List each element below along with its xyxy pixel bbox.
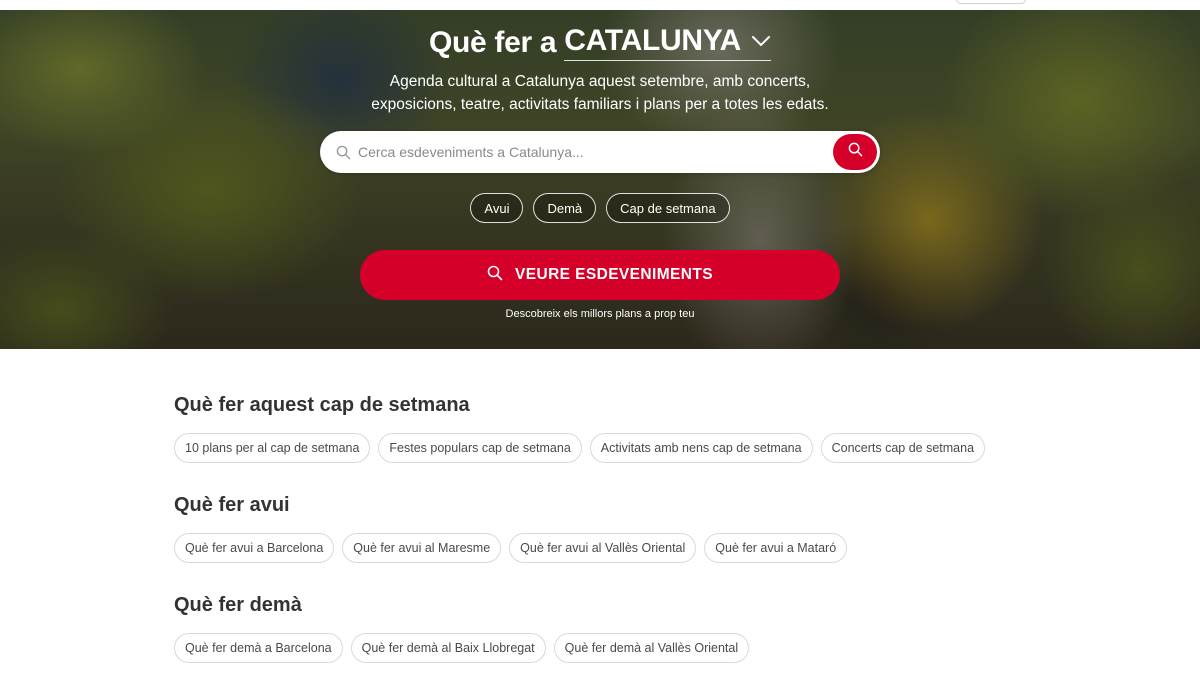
search-submit-button[interactable]	[833, 134, 877, 170]
search-icon	[487, 265, 503, 286]
see-events-label: VEURE ESDEVENIMENTS	[515, 266, 713, 283]
region-selector[interactable]: CATALUNYA	[564, 24, 772, 61]
cta-note: Descobreix els millors plans a prop teu	[505, 308, 695, 320]
title-prefix: Què fer a	[428, 25, 557, 59]
chevron-down-icon	[751, 35, 771, 47]
chip-link[interactable]: Festes populars cap de setmana	[378, 433, 582, 463]
hero-subtitle: Agenda cultural a Catalunya aquest setem…	[350, 70, 850, 116]
top-strip	[0, 0, 1200, 10]
chip-link[interactable]: Activitats amb nens cap de setmana	[589, 433, 813, 463]
chip-link[interactable]: Què fer demà al Vallès Oriental	[553, 633, 750, 663]
header-control-stub[interactable]	[956, 0, 1026, 4]
chip-link[interactable]: Què fer avui a Barcelona	[174, 533, 335, 563]
quick-filter-weekend[interactable]: Cap de setmana	[606, 193, 730, 223]
search-input[interactable]	[358, 144, 833, 160]
search-bar	[320, 131, 880, 173]
section-title-today: Què fer avui	[174, 494, 290, 516]
section-title-weekend: Què fer aquest cap de setmana	[174, 394, 470, 416]
quick-filter-tomorrow[interactable]: Demà	[533, 193, 597, 223]
chips-tomorrow: Què fer demà a Barcelona Què fer demà al…	[174, 633, 750, 663]
chip-link[interactable]: Què fer demà al Baix Llobregat	[350, 633, 546, 663]
region-name: CATALUNYA	[564, 24, 742, 57]
chip-link[interactable]: Què fer demà a Barcelona	[174, 633, 343, 663]
chips-weekend: 10 plans per al cap de setmana Festes po…	[174, 433, 986, 463]
chip-link[interactable]: Què fer avui al Maresme	[342, 533, 502, 563]
chip-link[interactable]: Què fer avui al Vallès Oriental	[509, 533, 697, 563]
chip-link[interactable]: 10 plans per al cap de setmana	[174, 433, 371, 463]
hero-title-row: Què fer a CATALUNYA	[0, 24, 1200, 61]
page-title: Què fer a CATALUNYA	[428, 24, 772, 61]
subtitle-line-2: exposicions, teatre, activitats familiar…	[371, 96, 829, 113]
quick-filters: Avui Demà Cap de setmana	[0, 193, 1200, 223]
subtitle-line-1: Agenda cultural a Catalunya aquest setem…	[389, 73, 811, 90]
chips-today: Què fer avui a Barcelona Què fer avui al…	[174, 533, 848, 563]
chip-link[interactable]: Què fer avui a Mataró	[704, 533, 848, 563]
search-icon	[334, 143, 352, 161]
see-events-button[interactable]: VEURE ESDEVENIMENTS	[360, 250, 840, 300]
quick-filter-today[interactable]: Avui	[470, 193, 524, 223]
search-icon	[848, 142, 863, 162]
chip-link[interactable]: Concerts cap de setmana	[820, 433, 986, 463]
section-title-tomorrow: Què fer demà	[174, 594, 302, 616]
hero-banner: Què fer a CATALUNYA Agenda cultural a Ca…	[0, 10, 1200, 349]
